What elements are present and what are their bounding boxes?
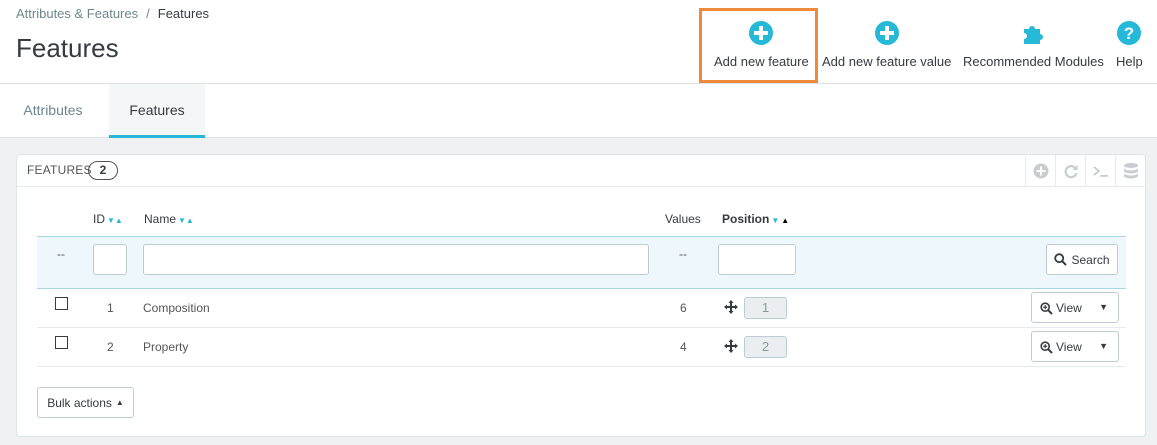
filter-row: -- -- Search	[37, 236, 1126, 289]
zoom-in-icon	[1040, 301, 1053, 315]
row-values: 6	[680, 301, 687, 315]
sort-desc-icon[interactable]: ▼	[771, 216, 779, 225]
export-tool[interactable]	[1115, 155, 1145, 187]
search-button[interactable]: Search	[1046, 244, 1118, 275]
add-new-feature-value-label: Add new feature value	[822, 54, 952, 69]
filter-checkbox-placeholder: --	[57, 247, 65, 261]
filter-values-placeholder: --	[679, 247, 687, 261]
row-id: 1	[107, 301, 114, 315]
sort-arrows-icon[interactable]: ▼▲	[178, 216, 194, 225]
panel-heading: FEATURES 2	[17, 155, 1145, 187]
question-circle-icon: ?	[1117, 21, 1142, 45]
column-header-values: Values	[665, 212, 701, 226]
position-value: 1	[744, 297, 787, 319]
filter-position-input[interactable]	[718, 244, 796, 275]
page-toolbar: Add new feature Add new feature value Re…	[0, 0, 1157, 84]
plus-circle-icon	[874, 21, 899, 45]
row-values: 4	[680, 340, 687, 354]
search-icon	[1054, 253, 1068, 266]
features-panel: FEATURES 2 ID ▼▲ Name ▼▲ Values Position…	[16, 154, 1146, 437]
sort-asc-icon[interactable]: ▲	[781, 216, 789, 225]
column-header-position[interactable]: Position ▼ ▲	[722, 212, 789, 226]
refresh-tool[interactable]	[1055, 155, 1085, 187]
plus-circle-icon	[749, 21, 774, 45]
view-button[interactable]: View ▼	[1031, 331, 1119, 362]
tab-features[interactable]: Features	[109, 84, 205, 138]
position-value: 2	[744, 336, 787, 358]
help-label: Help	[1116, 54, 1143, 69]
tab-attributes[interactable]: Attributes	[0, 84, 106, 138]
column-header-id-label: ID	[93, 212, 105, 226]
help-button[interactable]: ? Help	[1116, 20, 1143, 69]
puzzle-icon	[1024, 26, 1044, 44]
bulk-actions-label: Bulk actions	[47, 395, 112, 410]
add-new-feature-value-button[interactable]: Add new feature value	[822, 20, 951, 69]
drag-handle-icon[interactable]	[724, 300, 738, 314]
svg-text:?: ?	[1124, 24, 1134, 43]
caret-up-icon: ▲	[115, 398, 124, 407]
chevron-down-icon[interactable]: ▼	[1099, 341, 1108, 351]
search-button-label: Search	[1071, 252, 1110, 267]
row-name[interactable]: Property	[143, 340, 188, 354]
row-checkbox[interactable]	[55, 297, 68, 310]
count-badge: 2	[88, 161, 118, 180]
add-new-tool[interactable]	[1025, 155, 1055, 187]
chevron-down-icon[interactable]: ▼	[1099, 302, 1108, 312]
filter-name-input[interactable]	[143, 244, 649, 275]
column-header-id[interactable]: ID ▼▲	[93, 212, 123, 226]
row-id: 2	[107, 340, 114, 354]
add-new-feature-label: Add new feature	[714, 54, 809, 69]
view-button-label: View	[1056, 301, 1082, 315]
database-icon	[1123, 163, 1138, 179]
refresh-icon	[1064, 165, 1078, 179]
row-name[interactable]: Composition	[143, 301, 210, 315]
column-header-name[interactable]: Name ▼▲	[144, 212, 194, 226]
bulk-actions-button[interactable]: Bulk actions ▲	[37, 387, 134, 418]
sql-query-tool[interactable]	[1085, 155, 1115, 187]
add-new-feature-button[interactable]: Add new feature	[714, 20, 809, 69]
page-header: Attributes & Features / Features Features …	[0, 0, 1157, 84]
table-row[interactable]: 2 Property 4 2 View ▼	[37, 328, 1126, 367]
filter-id-input[interactable]	[93, 244, 127, 275]
recommended-modules-button[interactable]: Recommended Modules	[963, 20, 1104, 69]
row-checkbox[interactable]	[55, 336, 68, 349]
column-header-name-label: Name	[144, 212, 177, 226]
tab-bar: Attributes Features	[0, 84, 1157, 138]
recommended-modules-label: Recommended Modules	[963, 54, 1104, 69]
column-header-position-label: Position	[722, 212, 770, 226]
terminal-icon	[1092, 166, 1108, 177]
table-row[interactable]: 1 Composition 6 1 View ▼	[37, 289, 1126, 328]
view-button-label: View	[1056, 340, 1082, 354]
view-button[interactable]: View ▼	[1031, 292, 1119, 323]
drag-handle-icon[interactable]	[724, 339, 738, 353]
sort-arrows-icon[interactable]: ▼▲	[107, 216, 123, 225]
plus-circle-icon	[1033, 163, 1048, 179]
panel-title: FEATURES	[27, 163, 92, 177]
zoom-in-icon	[1040, 340, 1053, 354]
